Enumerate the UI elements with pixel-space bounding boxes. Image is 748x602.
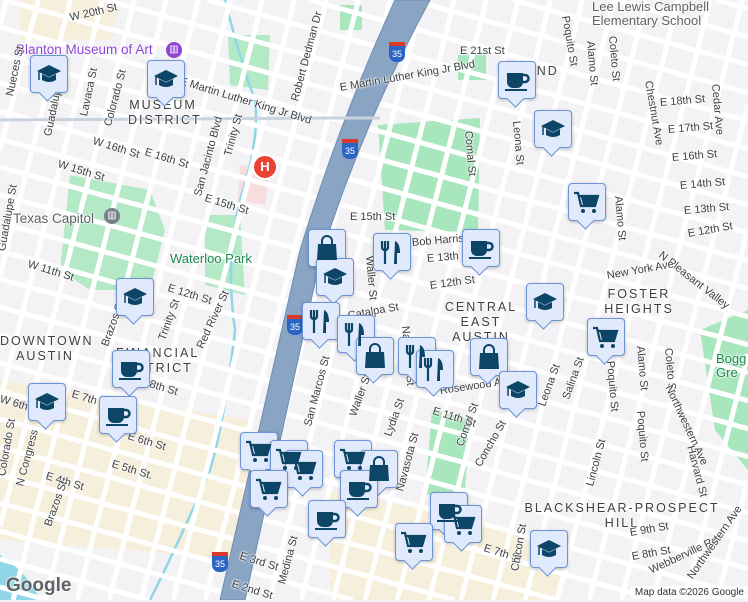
- coffee-icon: [117, 355, 145, 383]
- restaurant-marker[interactable]: [416, 350, 454, 388]
- shopping-bag-icon: [475, 343, 503, 371]
- museum-icon[interactable]: ▥: [166, 42, 182, 58]
- cart-marker[interactable]: [395, 523, 433, 561]
- coffee-icon: [345, 475, 373, 503]
- capitol-label[interactable]: Texas Capitol: [13, 211, 94, 226]
- cart-icon: [290, 455, 318, 483]
- school-marker[interactable]: [147, 60, 185, 98]
- restaurant-icon: [421, 355, 449, 383]
- shopping-bag-marker[interactable]: [356, 337, 394, 375]
- i35-shield: 35: [212, 552, 228, 572]
- school-icon: [35, 60, 63, 88]
- school-icon: [531, 288, 559, 316]
- school-marker[interactable]: [316, 258, 354, 296]
- district-label: BLACKSHEAR-PROSPECT HILL: [512, 501, 732, 531]
- school-icon: [504, 376, 532, 404]
- park-label[interactable]: Waterloo Park: [170, 251, 252, 266]
- i35-shield: 35: [389, 42, 405, 62]
- hospital-icon[interactable]: H: [252, 154, 278, 180]
- school-icon: [33, 388, 61, 416]
- coffee-marker[interactable]: [308, 500, 346, 538]
- google-logo: Google: [6, 575, 71, 597]
- coffee-marker[interactable]: [112, 350, 150, 388]
- shopping-bag-marker[interactable]: [470, 338, 508, 376]
- avenue: [0, 0, 6, 25]
- restaurant-marker[interactable]: [373, 233, 411, 271]
- school-marker[interactable]: [499, 371, 537, 409]
- school-marker[interactable]: [30, 55, 68, 93]
- coffee-icon: [503, 66, 531, 94]
- cart-marker[interactable]: [250, 470, 288, 508]
- school-poi-label[interactable]: Lee Lewis Campbell Elementary School: [592, 0, 742, 28]
- cart-marker[interactable]: [444, 505, 482, 543]
- coffee-marker[interactable]: [99, 396, 137, 434]
- school-icon: [539, 115, 567, 143]
- cart-marker[interactable]: [285, 450, 323, 488]
- coffee-icon: [467, 234, 495, 262]
- map-attribution[interactable]: Map data ©2026 Google: [631, 586, 748, 599]
- restaurant-icon: [307, 307, 335, 335]
- cart-icon: [339, 445, 367, 473]
- shopping-bag-marker[interactable]: [308, 229, 346, 267]
- school-icon: [121, 283, 149, 311]
- coffee-marker[interactable]: [340, 470, 378, 508]
- shopping-bag-icon: [361, 342, 389, 370]
- i35-shield: 35: [287, 315, 303, 335]
- cart-icon: [400, 528, 428, 556]
- school-icon: [321, 263, 349, 291]
- school-icon: [535, 535, 563, 563]
- coffee-marker[interactable]: [462, 229, 500, 267]
- coffee-marker[interactable]: [498, 61, 536, 99]
- coffee-icon: [104, 401, 132, 429]
- street-label: E 15th St: [350, 211, 395, 223]
- cart-icon: [573, 188, 601, 216]
- cart-icon: [255, 475, 283, 503]
- restaurant-marker[interactable]: [302, 302, 340, 340]
- school-icon: [152, 65, 180, 93]
- cart-icon: [449, 510, 477, 538]
- school-marker[interactable]: [530, 530, 568, 568]
- school-marker[interactable]: [526, 283, 564, 321]
- district-label: FOSTER HEIGHTS: [574, 287, 704, 317]
- district-label: DOWNTOWN AUSTIN: [0, 334, 90, 364]
- i35-shield: 35: [342, 139, 358, 159]
- school-marker[interactable]: [116, 278, 154, 316]
- school-marker[interactable]: [534, 110, 572, 148]
- cart-icon: [592, 323, 620, 351]
- coffee-icon: [313, 505, 341, 533]
- cart-icon: [245, 437, 273, 465]
- boggy-label: Bogg Gre: [716, 352, 748, 380]
- cart-marker[interactable]: [240, 432, 278, 470]
- cart-marker[interactable]: [568, 183, 606, 221]
- cart-marker[interactable]: [587, 318, 625, 356]
- landmark-icon[interactable]: ▥: [104, 208, 120, 224]
- school-marker[interactable]: [28, 383, 66, 421]
- restaurant-icon: [378, 238, 406, 266]
- street-label: E 21st St: [460, 45, 505, 57]
- shopping-bag-icon: [313, 234, 341, 262]
